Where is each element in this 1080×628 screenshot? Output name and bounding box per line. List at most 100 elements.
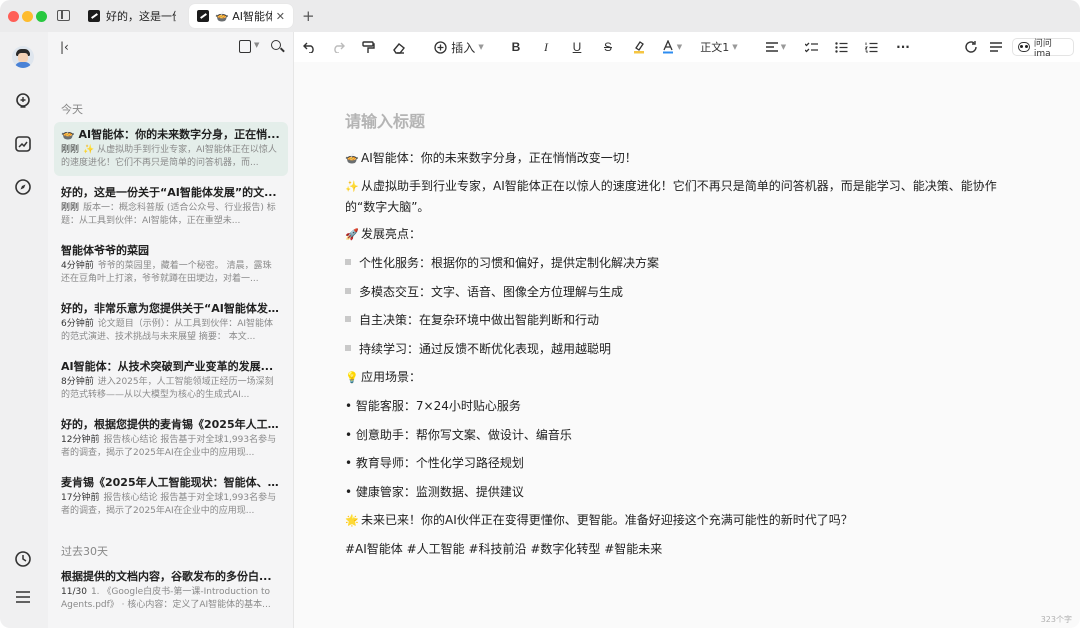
paragraph[interactable]: 💡 应用场景：: [345, 367, 1015, 388]
outline-icon[interactable]: [987, 38, 1005, 56]
app-favicon-icon: [197, 10, 209, 22]
bullet-square-icon: [345, 288, 351, 294]
paragraph[interactable]: 🚀 发展亮点：: [345, 224, 1015, 245]
tab-note-1[interactable]: 好的，这是一份关: [80, 4, 184, 28]
paragraph[interactable]: 个性化服务：根据你的习惯和偏好，提供定制化解决方案: [345, 253, 1015, 273]
note-list-item[interactable]: 好的，根据您提供的麦肯锡《2025年人工... 12分钟前 报告核心结论 报告基于…: [54, 412, 288, 466]
ai-assist-icon[interactable]: [962, 38, 980, 56]
eraser-icon[interactable]: [389, 38, 407, 56]
note-time: 刚刚: [61, 203, 80, 213]
note-time: 17分钟前: [61, 493, 100, 503]
menu-icon[interactable]: [12, 586, 34, 608]
ask-ima-button[interactable]: 问问ima: [1012, 38, 1074, 59]
strikethrough-button[interactable]: S: [600, 38, 616, 56]
note-list-item[interactable]: 麦肯锡《2025年人工智能现状：智能体、... 17分钟前 报告核心结论 报告基于…: [54, 470, 288, 524]
note-snippet: 刚刚 ✨ 从虚拟助手到行业专家，AI智能体正在以惊人的速度进化！它们不再只是简单的…: [61, 145, 277, 168]
paragraph[interactable]: • 创意助手：帮你写文案、做设计、编音乐: [345, 425, 1015, 445]
paragraph[interactable]: • 教育导师：个性化学习路径规划: [345, 453, 1015, 473]
section-30days-label: 过去30天: [61, 545, 108, 558]
window-maximize-button[interactable]: [36, 11, 47, 22]
note-title: 🍲 AI智能体：你的未来数字分身，正在悄...: [61, 128, 280, 141]
chevron-down-icon[interactable]: ▼: [254, 41, 259, 49]
note-time: 6分钟前: [61, 319, 94, 329]
tab-label: 🍲 AI智能体: [215, 10, 272, 23]
paragraph[interactable]: 多模态交互：文字、语音、图像全方位理解与生成: [345, 282, 1015, 302]
ask-ima-label: 问问ima: [1033, 38, 1052, 59]
lightbulb-icon: 💡: [345, 371, 359, 384]
note-time: 刚刚: [61, 145, 80, 155]
paragraph[interactable]: #AI智能体 #人工智能 #科技前沿 #数字化转型 #智能未来: [345, 539, 1015, 559]
note-title: AI智能体：从技术突破到产业变革的发展...: [61, 360, 274, 373]
undo-icon[interactable]: [300, 38, 318, 56]
collapse-sidebar-icon[interactable]: |‹: [60, 40, 69, 54]
sidebar-toggle-icon[interactable]: [57, 10, 70, 21]
tab-bar: 好的，这是一份关 🍲 AI智能体 ✕ +: [0, 0, 1080, 32]
section-today-label: 今天: [61, 103, 83, 116]
note-snippet: 17分钟前 报告核心结论 报告基于对全球1,993名参与者的调查，揭示了2025年…: [61, 493, 277, 516]
note-list-item[interactable]: AI智能体：从技术突破到产业变革的发展... 8分钟前 进入2025年，人工智能领…: [54, 354, 288, 408]
note-title: 好的，根据您提供的麦肯锡《2025年人工...: [61, 418, 280, 431]
paragraph[interactable]: • 智能客服：7×24小时贴心服务: [345, 396, 1015, 416]
italic-button[interactable]: I: [538, 38, 554, 56]
tab-close-icon[interactable]: ✕: [276, 10, 285, 23]
align-dropdown[interactable]: ▼: [764, 38, 788, 56]
paragraph[interactable]: 自主决策：在复杂环境中做出智能判断和行动: [345, 310, 1015, 330]
editor-area[interactable]: 请输入标题 🍲 AI智能体：你的未来数字分身，正在悄悄改变一切！ ✨ 从虚拟助手到行…: [294, 62, 1080, 628]
note-snippet: 12分钟前 报告核心结论 报告基于对全球1,993名参与者的调查，揭示了2025年…: [61, 435, 277, 458]
note-title: 好的，这是一份关于“AI智能体发展”的文...: [61, 186, 277, 199]
window-close-button[interactable]: [8, 11, 19, 22]
note-snippet: 6分钟前 论文题目（示例）：从工具到伙伴：AI智能体的范式演进、技术挑战与未来展望…: [61, 319, 274, 342]
title-input[interactable]: 请输入标题: [345, 108, 425, 132]
note-list-item[interactable]: 🍲 AI智能体：你的未来数字分身，正在悄... 刚刚 ✨ 从虚拟助手到行业专家，A…: [54, 122, 288, 176]
more-options-icon[interactable]: ···: [894, 38, 912, 56]
avatar[interactable]: [12, 46, 34, 68]
underline-button[interactable]: U: [569, 38, 585, 56]
note-list-item[interactable]: 好的，非常乐意为您提供关于“AI智能体发... 6分钟前 论文题目（示例）：从工具…: [54, 296, 288, 350]
text-style-label: 正文1: [700, 41, 730, 54]
star-icon: 🌟: [345, 514, 359, 527]
sparkles-icon: ✨: [345, 180, 359, 193]
paragraph[interactable]: 🍲 AI智能体：你的未来数字分身，正在悄悄改变一切！: [345, 148, 1015, 169]
new-tab-button[interactable]: +: [302, 7, 315, 25]
note-list-item[interactable]: 智能体爷爷的菜园 4分钟前 爷爷的菜园里，藏着一个秘密。 清晨，露珠还在豆角叶上打…: [54, 238, 288, 292]
highlight-icon[interactable]: [630, 38, 648, 56]
bullet-square-icon: [345, 259, 351, 265]
bullet-square-icon: [345, 345, 351, 351]
new-note-icon[interactable]: [239, 40, 251, 53]
paragraph[interactable]: • 健康管家：监测数据、提供建议: [345, 482, 1015, 502]
insert-dropdown[interactable]: 插入 ▼: [434, 38, 484, 56]
bold-button[interactable]: B: [508, 38, 524, 56]
panda-icon: [1018, 42, 1030, 52]
redo-icon[interactable]: [329, 38, 347, 56]
window-minimize-button[interactable]: [22, 11, 33, 22]
numbered-list-icon[interactable]: [862, 38, 880, 56]
edit-note-icon[interactable]: [12, 133, 34, 155]
note-snippet: 刚刚 版本一：概念科普版 (适合公众号、行业报告) 标题：从工具到伙伴：AI智能体…: [61, 203, 276, 226]
paragraph[interactable]: 持续学习：通过反馈不断优化表现，越用越聪明: [345, 339, 1015, 359]
format-painter-icon[interactable]: [359, 38, 377, 56]
chevron-down-icon: ▼: [676, 43, 683, 51]
tab-note-2[interactable]: 🍲 AI智能体 ✕: [189, 4, 293, 28]
note-list-toolbar: |‹ ▼: [48, 32, 294, 62]
note-snippet: 11/30 1. 《Google白皮书-第一课-Introduction to A…: [61, 587, 271, 610]
search-icon[interactable]: [271, 40, 281, 50]
pot-icon: 🍲: [345, 152, 359, 165]
lightbulb-icon[interactable]: [12, 90, 34, 112]
note-title: 好的，非常乐意为您提供关于“AI智能体发...: [61, 302, 280, 315]
rocket-icon: 🚀: [345, 228, 359, 241]
note-list-item[interactable]: 好的，这是一份关于“AI智能体发展”的文... 刚刚 版本一：概念科普版 (适合公…: [54, 180, 288, 234]
note-time: 4分钟前: [61, 261, 94, 271]
tab-label: 好的，这是一份关: [106, 10, 176, 23]
note-title: 智能体爷爷的菜园: [61, 244, 149, 257]
checklist-icon[interactable]: [802, 38, 820, 56]
font-color-dropdown[interactable]: ▼: [660, 38, 684, 56]
history-clock-icon[interactable]: [12, 548, 34, 570]
paragraph[interactable]: ✨ 从虚拟助手到行业专家，AI智能体正在以惊人的速度进化！它们不再只是简单的问答机…: [345, 176, 1015, 217]
note-list-item[interactable]: 根据提供的文档内容，谷歌发布的多份白... 11/30 1. 《Google白皮书…: [54, 564, 288, 618]
text-style-dropdown[interactable]: 正文1 ▼: [698, 38, 740, 56]
note-snippet: 8分钟前 进入2025年，人工智能领域正经历一场深刻的范式转移——从以大模型为核心…: [61, 377, 274, 400]
paragraph[interactable]: 🌟 未来已来！你的AI伙伴正在变得更懂你、更智能。准备好迎接这个充满可能性的新时代…: [345, 510, 1015, 531]
note-title: 根据提供的文档内容，谷歌发布的多份白...: [61, 570, 272, 583]
compass-icon[interactable]: [12, 176, 34, 198]
bullet-list-icon[interactable]: [832, 38, 850, 56]
